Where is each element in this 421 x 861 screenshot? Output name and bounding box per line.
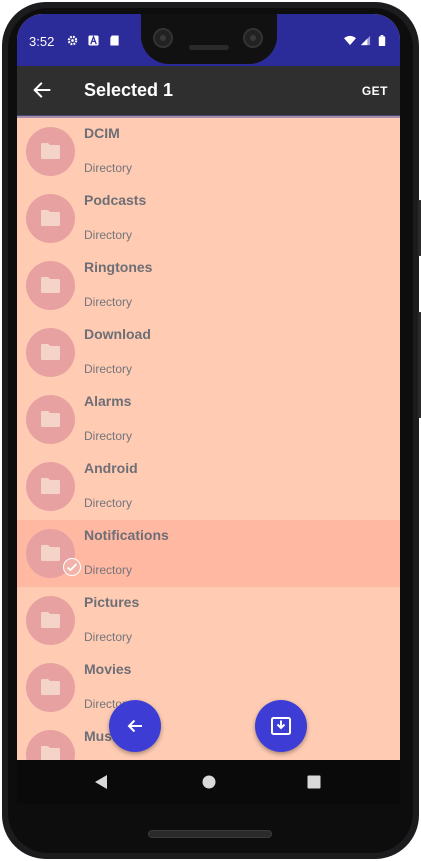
back-triangle-icon[interactable]	[94, 774, 108, 790]
camera-notch	[141, 14, 277, 64]
folder-icon	[41, 143, 60, 159]
list-item-selected[interactable]: Notifications Directory	[17, 520, 400, 587]
item-type: Directory	[84, 630, 133, 644]
folder-avatar	[26, 663, 75, 712]
folder-icon	[41, 411, 60, 427]
gear-icon	[67, 35, 78, 46]
item-name: Ringtones	[84, 259, 153, 275]
front-sensor	[243, 28, 263, 48]
folder-avatar	[26, 328, 75, 377]
folder-icon	[41, 545, 60, 561]
front-camera	[153, 28, 173, 48]
list-item[interactable]: Alarms Directory	[17, 386, 400, 453]
item-name: Movies	[84, 661, 132, 677]
item-type: Directory	[84, 228, 133, 242]
folder-avatar	[26, 261, 75, 310]
home-circle-icon[interactable]	[201, 774, 217, 790]
save-to-device-icon	[271, 717, 291, 735]
item-name: Download	[84, 326, 151, 342]
item-type: Directory	[84, 362, 133, 376]
item-name: Podcasts	[84, 192, 147, 208]
list-item[interactable]: Ringtones Directory	[17, 252, 400, 319]
item-name: Pictures	[84, 594, 140, 610]
list-item[interactable]: Movies Directory	[17, 654, 400, 721]
checkmark-icon	[66, 563, 78, 572]
get-button[interactable]: GET	[362, 84, 388, 98]
list-item[interactable]: Music Directory	[17, 721, 400, 760]
list-item[interactable]: Pictures Directory	[17, 587, 400, 654]
a-badge-icon	[88, 35, 99, 46]
battery-icon	[378, 35, 386, 46]
item-type: Directory	[84, 429, 133, 443]
folder-icon	[41, 277, 60, 293]
directory-list[interactable]: DCIM Directory Podcasts Directory Ringto…	[17, 118, 400, 760]
app-toolbar: Selected 1 GET	[17, 66, 400, 116]
status-bar: 3:52	[17, 14, 400, 66]
arrow-left-icon	[127, 719, 142, 733]
selected-check-badge	[63, 558, 81, 576]
folder-icon	[41, 478, 60, 494]
status-time: 3:52	[29, 34, 55, 49]
recents-square-icon[interactable]	[307, 774, 321, 790]
folder-icon	[41, 746, 60, 760]
item-type: Directory	[84, 563, 133, 577]
folder-avatar	[26, 127, 75, 176]
folder-icon	[41, 344, 60, 360]
folder-icon	[41, 612, 60, 628]
list-item[interactable]: DCIM Directory	[17, 118, 400, 185]
folder-avatar	[26, 596, 75, 645]
list-item[interactable]: Download Directory	[17, 319, 400, 386]
back-arrow-icon[interactable]	[31, 79, 53, 101]
item-name: DCIM	[84, 125, 120, 141]
folder-avatar	[26, 194, 75, 243]
folder-icon	[41, 210, 60, 226]
system-nav-bar	[17, 760, 400, 804]
item-type: Directory	[84, 295, 133, 309]
earpiece	[189, 45, 229, 50]
signal-icon	[360, 35, 371, 46]
item-name: Android	[84, 460, 138, 476]
item-name: Notifications	[84, 527, 169, 543]
list-item[interactable]: Android Directory	[17, 453, 400, 520]
item-name: Alarms	[84, 393, 132, 409]
folder-avatar	[26, 462, 75, 511]
folder-avatar	[26, 395, 75, 444]
item-type: Directory	[84, 496, 133, 510]
toolbar-title: Selected 1	[84, 80, 174, 100]
folder-avatar	[26, 730, 75, 760]
list-item[interactable]: Podcasts Directory	[17, 185, 400, 252]
folder-icon	[41, 679, 60, 695]
save-to-device-fab[interactable]	[255, 700, 307, 752]
item-type: Directory	[84, 161, 133, 175]
bottom-speaker	[148, 830, 272, 838]
screen: 3:52 Selected 1 GET DCIM Directory Podca…	[17, 14, 400, 804]
sd-card-icon	[110, 35, 119, 46]
back-fab[interactable]	[109, 700, 161, 752]
wifi-icon	[344, 35, 356, 46]
